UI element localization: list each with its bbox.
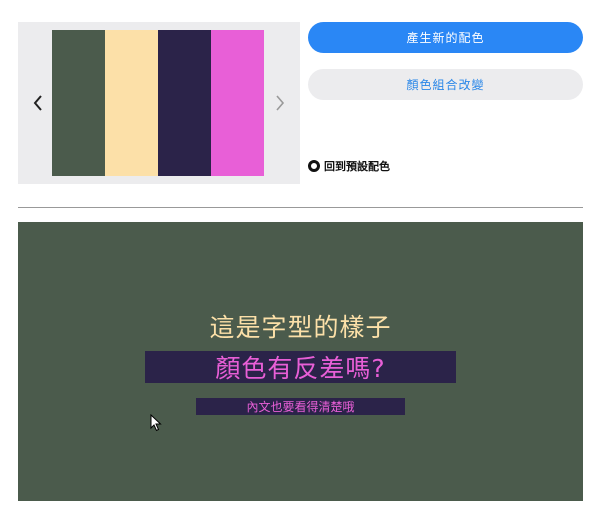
generate-palette-button[interactable]: 產生新的配色 — [308, 22, 583, 53]
rearrange-colors-button[interactable]: 顏色組合改變 — [308, 69, 583, 100]
divider — [18, 207, 583, 208]
preview-subtitle: 顏色有反差嗎? — [145, 351, 456, 383]
reset-default-label: 回到預設配色 — [324, 160, 390, 173]
swatch-strip — [52, 30, 264, 176]
swatch-2[interactable] — [105, 30, 158, 176]
swatch-3[interactable] — [158, 30, 211, 176]
mouse-cursor-icon — [150, 414, 162, 432]
swatch-4[interactable] — [211, 30, 264, 176]
preview-body-text: 內文也要看得清楚哦 — [196, 398, 405, 415]
font-preview-panel: 這是字型的樣子 顏色有反差嗎? 內文也要看得清楚哦 — [18, 222, 583, 501]
chevron-right-icon[interactable] — [270, 92, 290, 114]
preview-title: 這是字型的樣子 — [209, 313, 392, 342]
palette-panel — [18, 22, 300, 184]
reset-default-option[interactable]: 回到預設配色 — [308, 158, 390, 174]
chevron-left-icon[interactable] — [28, 92, 48, 114]
swatch-1[interactable] — [52, 30, 105, 176]
radio-icon[interactable] — [308, 160, 320, 172]
